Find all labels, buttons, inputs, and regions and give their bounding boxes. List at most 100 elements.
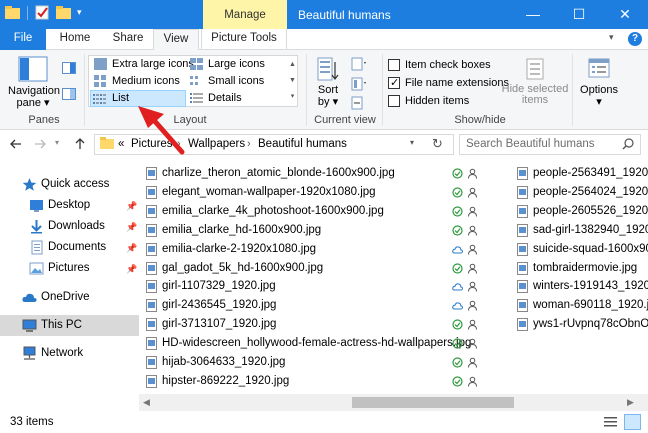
sidebar-item-label: This PC — [41, 319, 82, 331]
synced-check-icon — [452, 206, 463, 217]
search-input[interactable]: Search Beautiful humans — [466, 138, 595, 150]
pin-icon: 📌 — [126, 222, 138, 232]
person-icon — [468, 187, 477, 198]
quick-access-toolbar: ▾ — [4, 5, 82, 20]
minimize-button[interactable]: — — [510, 0, 556, 29]
file-name: suicide-squad-1600x900- — [533, 242, 648, 255]
sidebar-item-desktop[interactable]: Desktop 📌 — [0, 195, 139, 216]
breadcrumb-overflow[interactable]: « — [118, 138, 124, 150]
options-label: Options ▾ — [580, 84, 618, 108]
sync-status — [452, 183, 482, 202]
item-check-boxes-toggle[interactable]: Item check boxes — [388, 57, 491, 73]
medium-icons-icon — [94, 75, 106, 87]
sidebar-item-onedrive[interactable]: OneDrive — [0, 287, 139, 308]
breadcrumb-beautiful-humans[interactable]: Beautiful humans — [258, 138, 347, 150]
sync-status — [452, 353, 482, 372]
sidebar-item-network[interactable]: Network — [0, 343, 139, 364]
tab-picture-tools[interactable]: Picture Tools — [201, 29, 287, 50]
up-arrow-icon[interactable] — [73, 137, 87, 151]
sidebar-item-documents[interactable]: Documents 📌 — [0, 237, 139, 258]
pin-icon: 📌 — [126, 243, 138, 253]
details-pane-icon[interactable] — [62, 88, 76, 100]
image-file-icon — [146, 223, 157, 237]
hidden-items-checkbox[interactable] — [388, 95, 400, 107]
file-name: woman-690118_1920.jpg — [533, 299, 648, 312]
file-name: yws1-rUvpnq78cObnO3U — [533, 318, 648, 331]
sync-status — [452, 202, 482, 221]
breadcrumb-separator[interactable]: › — [247, 138, 251, 150]
list-icon — [93, 94, 106, 104]
size-columns-icon[interactable] — [351, 96, 367, 110]
tab-view[interactable]: View — [153, 29, 199, 51]
person-icon — [468, 263, 477, 274]
tab-share[interactable]: Share — [104, 29, 152, 50]
help-icon[interactable]: ? — [628, 32, 642, 46]
add-columns-icon[interactable] — [351, 77, 367, 91]
details-icon — [190, 93, 203, 103]
large-icons-icon — [190, 58, 203, 70]
customize-qat-icon[interactable]: ▾ — [77, 7, 82, 18]
options-button[interactable]: Options ▾ — [578, 56, 620, 108]
medium-icons-option[interactable]: Medium icons — [92, 73, 180, 89]
new-folder-icon[interactable] — [55, 5, 72, 20]
group-by-icon[interactable] — [351, 57, 367, 71]
sidebar-item-this-pc[interactable]: This PC — [0, 315, 139, 336]
file-name: sad-girl-1382940_1920.jpg — [533, 223, 648, 236]
tab-home[interactable]: Home — [52, 29, 98, 50]
sidebar-item-label: OneDrive — [41, 291, 90, 303]
large-icons-view-icon[interactable] — [624, 414, 641, 430]
extra-large-icons-option[interactable]: Extra large icons — [92, 56, 194, 72]
file-name: elegant_woman-wallpaper-1920x1080.jpg — [162, 185, 376, 198]
folder-icon — [100, 137, 114, 149]
sidebar-item-pictures[interactable]: Pictures 📌 — [0, 258, 139, 279]
details-option[interactable]: Details — [188, 90, 242, 106]
image-file-icon — [517, 204, 528, 218]
file-name: people-2605526_1920.jpg — [533, 204, 648, 217]
file-name: people-2563491_1920.jpg — [533, 167, 648, 179]
back-arrow-icon[interactable] — [9, 137, 23, 151]
image-file-icon — [517, 223, 528, 237]
preview-pane-icon[interactable] — [62, 62, 76, 74]
file-name: people-2564024_1920.jpg — [533, 185, 648, 198]
synced-check-icon — [452, 187, 463, 198]
item-check-boxes-checkbox[interactable] — [388, 59, 400, 71]
close-button[interactable]: ✕ — [602, 0, 648, 29]
hide-selected-items-button[interactable]: Hide selected items — [500, 56, 570, 106]
navigation-pane-button[interactable]: Navigation pane ▾ — [8, 56, 60, 109]
chevron-down-icon[interactable]: ▾ — [609, 32, 614, 43]
large-icons-option[interactable]: Large icons — [188, 56, 265, 72]
address-dropdown-icon[interactable]: ▾ — [410, 138, 414, 147]
file-name-extensions-checkbox[interactable] — [388, 75, 400, 91]
computer-icon — [22, 319, 37, 332]
image-file-icon — [146, 185, 157, 199]
file-name-extensions-toggle[interactable]: File name extensions — [388, 75, 509, 91]
small-icons-option[interactable]: Small icons — [188, 73, 264, 89]
image-file-icon — [517, 299, 528, 313]
item-count: 33 items — [10, 416, 54, 428]
breadcrumb-wallpapers[interactable]: Wallpapers — [188, 138, 245, 150]
search-icon[interactable] — [622, 138, 634, 150]
forward-arrow-icon[interactable] — [33, 137, 47, 151]
details-view-icon[interactable] — [603, 415, 618, 429]
scroll-right-icon[interactable]: ▶ — [627, 397, 634, 408]
sync-status — [452, 372, 482, 391]
sidebar-item-quick-access[interactable]: Quick access — [0, 174, 139, 195]
refresh-icon[interactable]: ↻ — [432, 136, 443, 152]
maximize-button[interactable]: ☐ — [556, 0, 602, 29]
scrollbar-thumb[interactable] — [352, 397, 514, 408]
sort-by-button[interactable]: Sort by ▾ — [312, 56, 344, 108]
item-check-boxes-label: Item check boxes — [405, 59, 491, 71]
properties-icon[interactable] — [34, 5, 51, 20]
image-file-icon — [146, 318, 157, 332]
image-file-icon — [517, 185, 528, 199]
tab-manage[interactable]: Manage — [203, 0, 287, 29]
sidebar-item-downloads[interactable]: Downloads 📌 — [0, 216, 139, 237]
pictures-icon — [29, 262, 44, 275]
scroll-left-icon[interactable]: ◀ — [143, 397, 150, 408]
sync-status — [452, 315, 482, 334]
recent-locations-icon[interactable]: ▾ — [55, 138, 59, 147]
person-icon — [468, 319, 477, 330]
layout-gallery-scroll[interactable]: ▲ ▼ ▾ — [288, 57, 297, 105]
tab-file[interactable]: File — [0, 29, 46, 50]
hidden-items-toggle[interactable]: Hidden items — [388, 93, 469, 109]
